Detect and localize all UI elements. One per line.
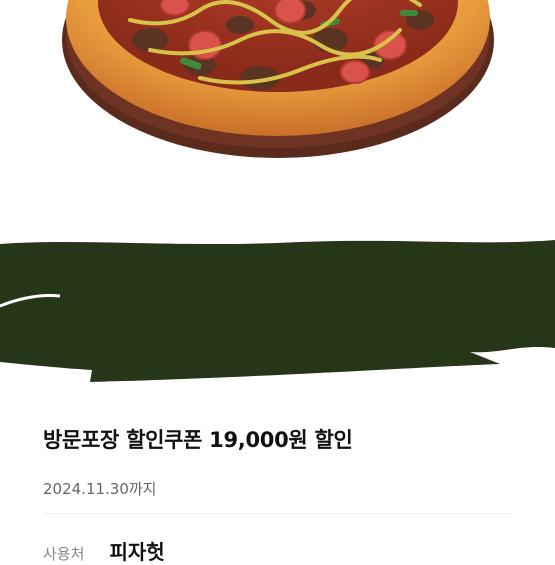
divider bbox=[43, 513, 513, 514]
coupon-title: 방문포장 할인쿠폰 19,000원 할인 bbox=[43, 428, 353, 452]
redaction-scribble bbox=[0, 240, 555, 382]
pizza-image bbox=[62, 0, 494, 158]
usage-place-row: 사용처 피자헛 bbox=[43, 536, 165, 565]
usage-place-value: 피자헛 bbox=[109, 540, 165, 564]
coupon-expiry-date: 2024.11.30까지 bbox=[43, 480, 157, 498]
redaction-shape bbox=[0, 240, 555, 382]
usage-place-label: 사용처 bbox=[43, 545, 85, 563]
